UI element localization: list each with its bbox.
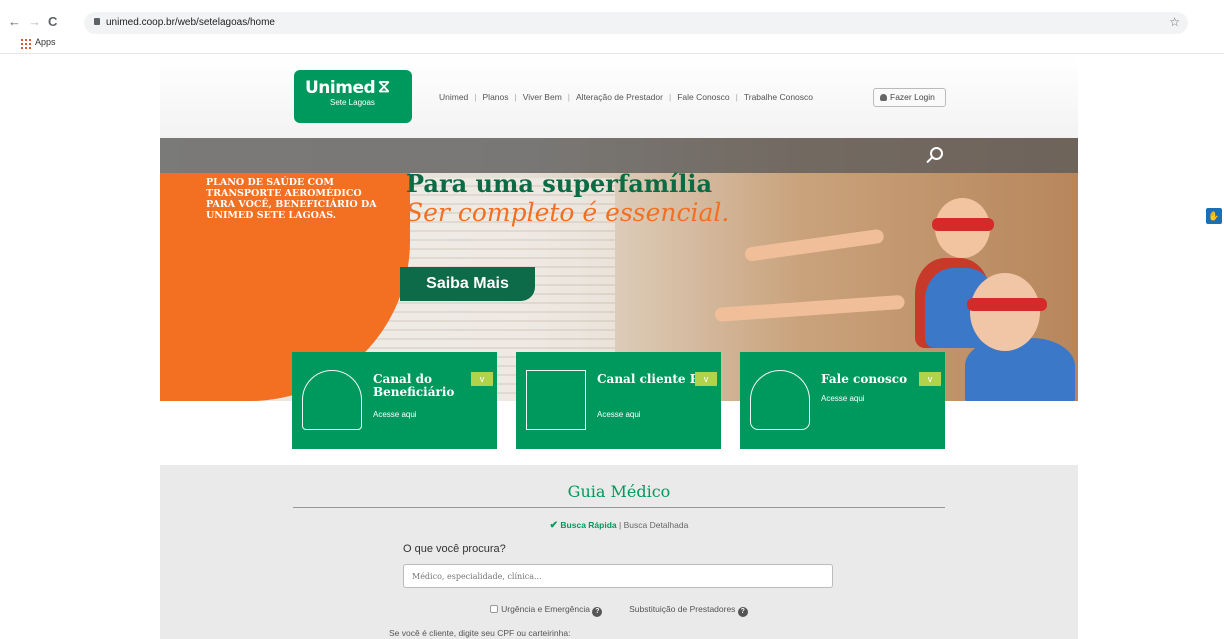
back-button[interactable]: ← <box>8 14 21 30</box>
search-icon[interactable] <box>930 147 943 160</box>
card-subtitle: Acesse aqui <box>373 410 417 419</box>
check-icon: ✔ <box>549 520 559 531</box>
url-text[interactable]: unimed.coop.br/web/setelagoas/home <box>106 16 275 30</box>
site-container: Unimed ⧖ Sete Lagoas Unimed | Planos | Viv… <box>160 55 1078 639</box>
search-options: Urgência e Emergência ? Substituição de … <box>160 604 1078 617</box>
menu-item-alteracao-prestador[interactable]: Alteração de Prestador <box>576 92 663 102</box>
help-icon[interactable]: ? <box>737 607 748 617</box>
search-mode-tabs: ✔ Busca Rápida | Busca Detalhada <box>549 520 689 531</box>
card-canal-cliente-pj[interactable]: Canal cliente PJ Acesse aqui v <box>516 352 721 449</box>
menu-item-trabalhe-conosco[interactable]: Trabalhe Conosco <box>744 92 813 102</box>
family-icon <box>302 370 362 430</box>
search-input[interactable] <box>403 564 833 588</box>
divider <box>293 507 945 508</box>
hero-search-bar <box>160 138 1078 173</box>
search-question: O que você procura? <box>403 543 506 555</box>
user-icon <box>880 94 887 101</box>
unimed-logo[interactable]: Unimed ⧖ Sete Lagoas <box>294 70 412 123</box>
menu-item-planos[interactable]: Planos <box>483 92 509 102</box>
site-header: Unimed ⧖ Sete Lagoas Unimed | Planos | Viv… <box>160 55 1078 138</box>
login-label: Fazer Login <box>890 92 935 102</box>
logo-name: Unimed <box>305 78 376 98</box>
login-button[interactable]: Fazer Login <box>873 88 946 107</box>
card-subtitle: Acesse aqui <box>597 410 641 419</box>
menu-item-fale-conosco[interactable]: Fale Conosco <box>677 92 729 102</box>
promo-text: PLANO DE SAÚDE COM TRANSPORTE AEROMÉDICO… <box>206 177 377 221</box>
urgencia-label[interactable]: Urgência e Emergência <box>501 604 590 614</box>
logo-symbol-icon: ⧖ <box>378 77 390 96</box>
hero-tagline: Ser completo é essencial. <box>406 198 730 227</box>
address-bar[interactable]: unimed.coop.br/web/setelagoas/home ☆ <box>84 12 1188 34</box>
browser-toolbar: ← → C unimed.coop.br/web/setelagoas/home… <box>0 0 1224 54</box>
substituicao-link[interactable]: Substituição de Prestadores <box>629 604 735 614</box>
tab-busca-rapida[interactable]: Busca Rápida <box>560 520 616 530</box>
card-title: Canal cliente PJ <box>597 372 705 386</box>
cpf-hint: Se você é cliente, digite seu CPF ou car… <box>389 628 571 638</box>
factory-icon <box>526 370 586 430</box>
saiba-mais-button[interactable]: Saiba Mais <box>400 267 535 301</box>
menu-item-viver-bem[interactable]: Viver Bem <box>523 92 562 102</box>
reload-button[interactable]: C <box>48 14 57 30</box>
menu-item-unimed[interactable]: Unimed <box>439 92 468 102</box>
chevron-down-icon[interactable]: v <box>471 372 493 386</box>
main-menu: Unimed | Planos | Viver Bem | Alteração de … <box>439 92 814 102</box>
card-subtitle: Acesse aqui <box>821 394 865 403</box>
bookmark-star-icon[interactable]: ☆ <box>1169 15 1180 29</box>
lock-icon <box>94 18 100 25</box>
apps-bookmark[interactable]: Apps <box>35 37 56 47</box>
accessibility-icon[interactable]: ✋ <box>1206 208 1222 224</box>
apps-grid-icon[interactable] <box>21 39 31 49</box>
help-icon[interactable]: ? <box>592 607 603 617</box>
guia-title: Guia Médico <box>567 482 671 501</box>
woman-icon <box>750 370 810 430</box>
logo-subtitle: Sete Lagoas <box>330 98 375 107</box>
forward-button[interactable]: → <box>28 14 41 30</box>
hero-headline: Para uma superfamília <box>406 169 713 198</box>
chevron-down-icon[interactable]: v <box>919 372 941 386</box>
tab-busca-detalhada[interactable]: Busca Detalhada <box>624 520 689 530</box>
guia-medico-section: Guia Médico ✔ Busca Rápida | Busca Detal… <box>160 465 1078 639</box>
card-title: Fale conosco <box>821 372 908 386</box>
card-canal-beneficiario[interactable]: Canal do Beneficiário Acesse aqui v <box>292 352 497 449</box>
urgencia-checkbox[interactable] <box>490 605 499 613</box>
card-fale-conosco[interactable]: Fale conosco Acesse aqui v <box>740 352 945 449</box>
chevron-down-icon[interactable]: v <box>695 372 717 386</box>
